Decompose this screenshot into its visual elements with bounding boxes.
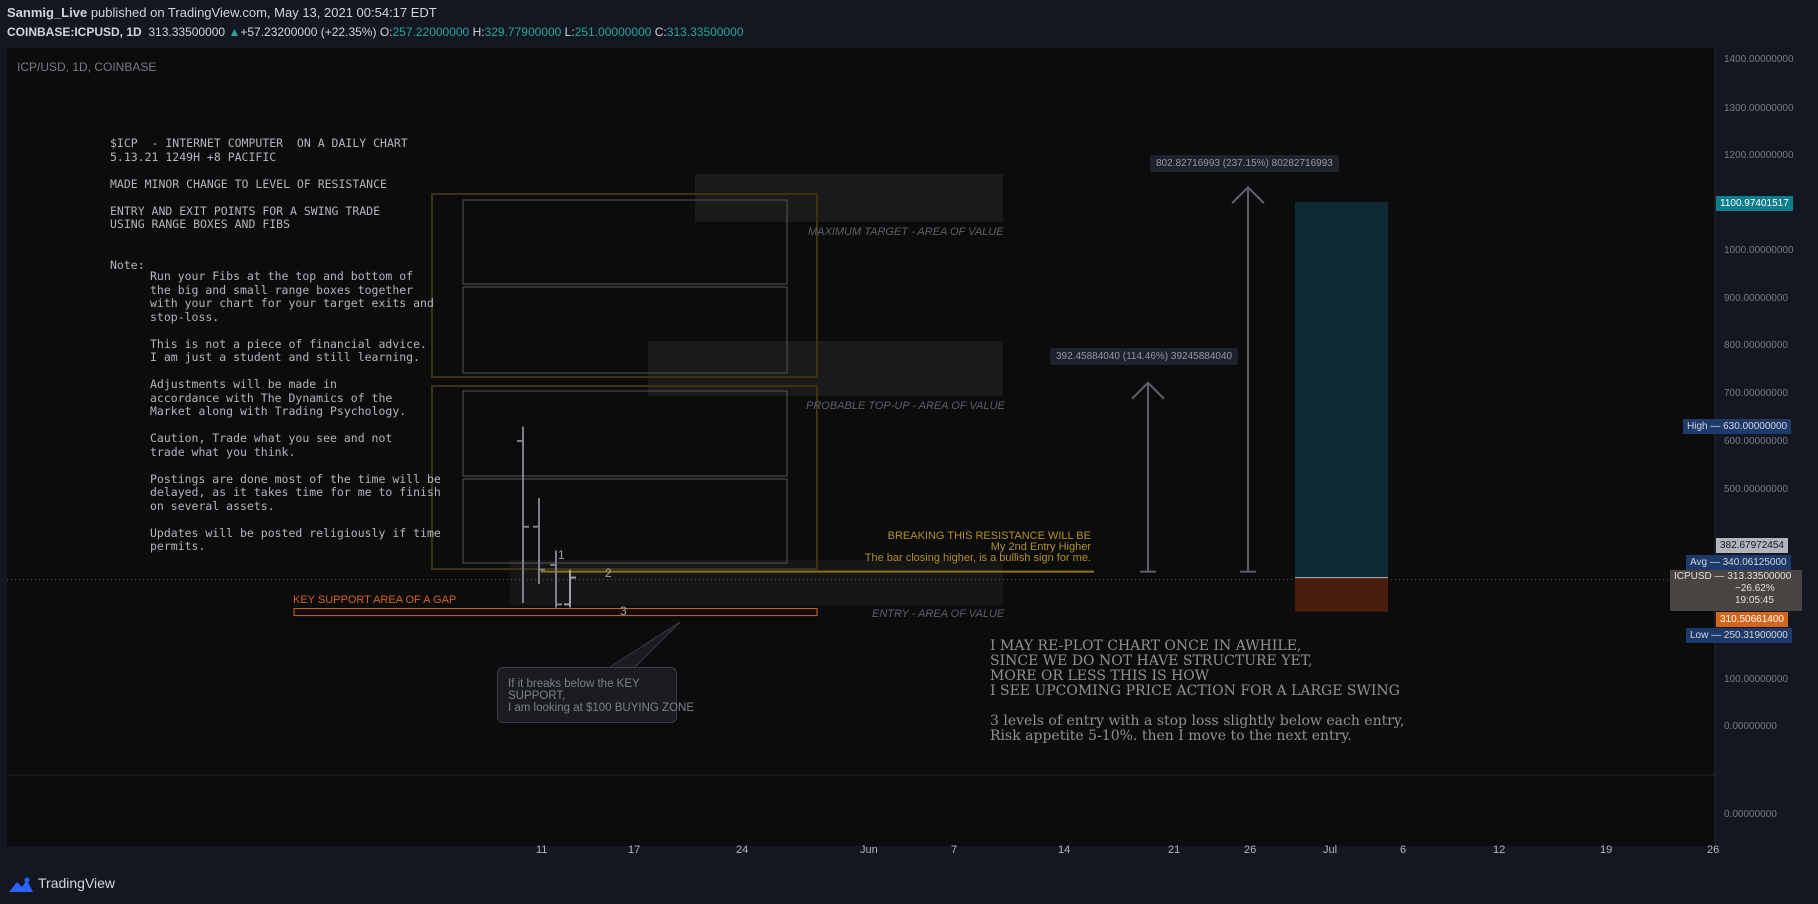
target-price-tag: 1100.97401517 bbox=[1716, 196, 1793, 211]
avg-price-tag: Avg — 340.06125000 bbox=[1686, 555, 1791, 570]
big-range-box-lower bbox=[431, 385, 818, 570]
entry-zone-label: ENTRY - AREA OF VALUE bbox=[872, 608, 1005, 620]
max-target-label: MAXIMUM TARGET - AREA OF VALUE bbox=[808, 226, 1004, 238]
price-tick-label: 1300.00000000 bbox=[1724, 103, 1794, 114]
tradingview-logo-icon[interactable] bbox=[7, 876, 35, 894]
small-range-box-3 bbox=[462, 390, 788, 477]
entry-mark-1: 1 bbox=[558, 548, 565, 562]
level-382-tag: 382.67972454 bbox=[1716, 538, 1788, 553]
time-tick-label: 6 bbox=[1400, 844, 1407, 856]
time-tick-label: 17 bbox=[628, 844, 641, 856]
long-stop-zone bbox=[1295, 577, 1388, 612]
swing-note: I MAY RE-PLOT CHART ONCE IN AWHILE, SINC… bbox=[990, 638, 1405, 744]
resistance-line-3: The bar closing higher, is a bullish sig… bbox=[864, 552, 1091, 564]
small-range-box-4 bbox=[462, 478, 788, 564]
price-tick-label: 0.00000000 bbox=[1724, 721, 1777, 732]
price-tick-label: 100.00000000 bbox=[1724, 674, 1788, 685]
time-tick-label: 21 bbox=[1168, 844, 1181, 856]
support-callout: If it breaks below the KEY SUPPORT, I am… bbox=[497, 667, 694, 723]
price-tick-label: 500.00000000 bbox=[1724, 484, 1788, 495]
entry-mark-2: 2 bbox=[605, 566, 612, 580]
chart-title: ICP/USD, 1D, COINBASE bbox=[17, 60, 157, 74]
footer-bar bbox=[0, 866, 1818, 904]
time-tick-label: 11 bbox=[536, 844, 548, 856]
price-tick-label: 1000.00000000 bbox=[1724, 245, 1794, 256]
max-target-zone bbox=[695, 174, 1003, 222]
topup-zone bbox=[648, 341, 1003, 396]
stop-price-tag: 310.50661400 bbox=[1716, 612, 1788, 627]
time-tick-label: 26 bbox=[1707, 844, 1720, 856]
notes-body: Run your Fibs at the top and bottom of t… bbox=[150, 269, 441, 553]
price-tick-label: 0.00000000 bbox=[1724, 809, 1777, 820]
current-price-label: ICPUSD — 313.33500000 bbox=[1674, 571, 1792, 582]
key-support-box bbox=[293, 608, 818, 617]
time-tick-label: Jun bbox=[860, 844, 878, 856]
entry-mark-3: 3 bbox=[620, 604, 627, 618]
callout-text: If it breaks below the KEY SUPPORT, I am… bbox=[508, 678, 694, 714]
measure-label-big: 802.82716993 (237.15%) 80282716993 bbox=[1150, 155, 1339, 172]
callout-pointer bbox=[609, 621, 681, 668]
resistance-annotation: BREAKING THIS RESISTANCE WILL BE My 2nd … bbox=[780, 530, 1091, 570]
low-price-tag: Low — 250.31900000 bbox=[1686, 628, 1792, 643]
notes-intro: $ICP - INTERNET COMPUTER ON A DAILY CHAR… bbox=[110, 136, 408, 272]
current-price-tag: ICPUSD — 313.33500000 −26.62% 19:05:45 bbox=[1670, 570, 1802, 611]
probable-topup-label: PROBABLE TOP-UP - AREA OF VALUE bbox=[806, 400, 1005, 412]
change-percent-label: −26.62% bbox=[1735, 583, 1775, 594]
price-tick-label: 600.00000000 bbox=[1724, 436, 1788, 447]
price-tick-label: 800.00000000 bbox=[1724, 340, 1788, 351]
time-tick-label: 19 bbox=[1600, 844, 1613, 856]
high-price-tag: High — 630.00000000 bbox=[1683, 419, 1792, 434]
time-tick-label: 26 bbox=[1244, 844, 1257, 856]
time-tick-label: Jul bbox=[1323, 844, 1338, 856]
time-tick-label: 24 bbox=[736, 844, 749, 856]
price-tick-label: 1400.00000000 bbox=[1724, 54, 1794, 65]
measure-label-small: 392.45884040 (114.46%) 39245884040 bbox=[1050, 348, 1239, 365]
tradingview-brand[interactable]: TradingView bbox=[38, 875, 115, 891]
time-tick-label: 7 bbox=[951, 844, 958, 856]
price-tick-label: 1200.00000000 bbox=[1724, 150, 1794, 161]
key-support-label: KEY SUPPORT AREA OF A GAP bbox=[293, 594, 457, 606]
price-tick-label: 900.00000000 bbox=[1724, 293, 1788, 304]
time-tick-label: 12 bbox=[1493, 844, 1506, 856]
long-target-zone bbox=[1295, 202, 1388, 578]
time-tick-label: 14 bbox=[1058, 844, 1071, 856]
price-tick-label: 700.00000000 bbox=[1724, 388, 1788, 399]
bar-countdown-label: 19:05:45 bbox=[1735, 595, 1774, 606]
